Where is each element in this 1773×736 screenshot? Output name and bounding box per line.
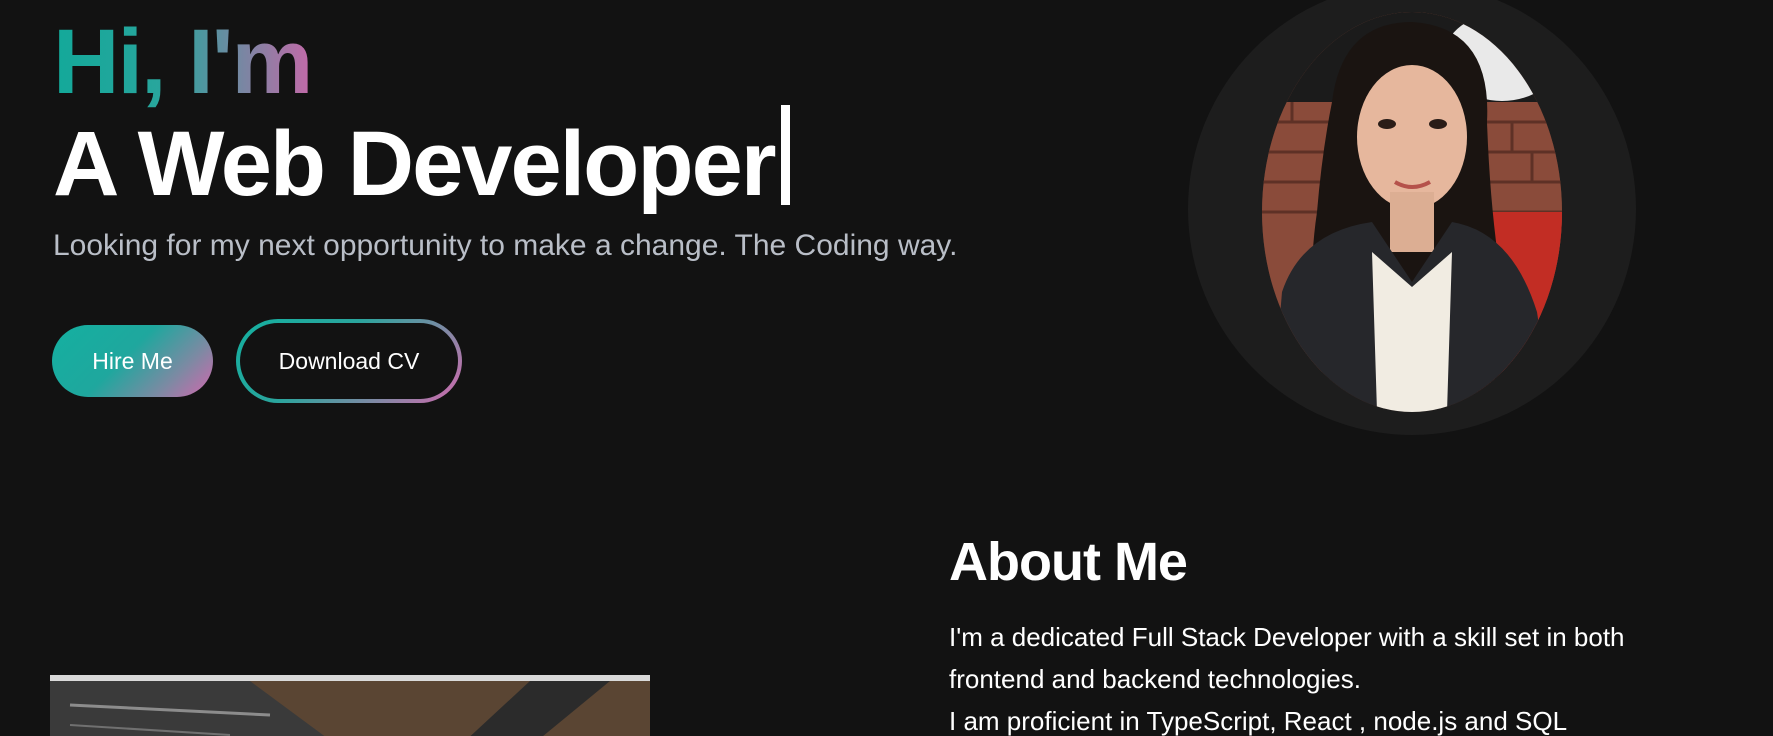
about-line-2: frontend and backend technologies.	[949, 664, 1361, 694]
download-cv-label: Download CV	[278, 347, 420, 374]
hero-greeting: Hi, I'm	[53, 11, 313, 113]
download-cv-inner: Download CV	[240, 323, 458, 399]
profile-photo	[1262, 12, 1562, 412]
about-line-3: I am proficient in TypeScript, React , n…	[949, 706, 1568, 736]
hero-role-text: A Web Developer	[53, 113, 777, 215]
hero-tagline: Looking for my next opportunity to make …	[53, 229, 958, 262]
workspace-photo-illustration	[50, 675, 650, 736]
hire-me-button[interactable]: Hire Me	[52, 325, 213, 397]
portfolio-page: Hi, I'm A Web Developer Looking for my n…	[0, 0, 1773, 736]
about-me-heading: About Me	[949, 532, 1188, 592]
hero-role-heading: A Web Developer	[53, 105, 790, 217]
about-line-1: I'm a dedicated Full Stack Developer wit…	[949, 622, 1625, 652]
download-cv-button[interactable]: Download CV	[236, 319, 462, 403]
hire-me-label: Hire Me	[92, 347, 173, 374]
about-me-text: I'm a dedicated Full Stack Developer wit…	[949, 616, 1729, 736]
profile-photo-illustration	[1262, 12, 1562, 412]
workspace-photo	[50, 675, 650, 736]
typing-caret	[780, 105, 790, 205]
